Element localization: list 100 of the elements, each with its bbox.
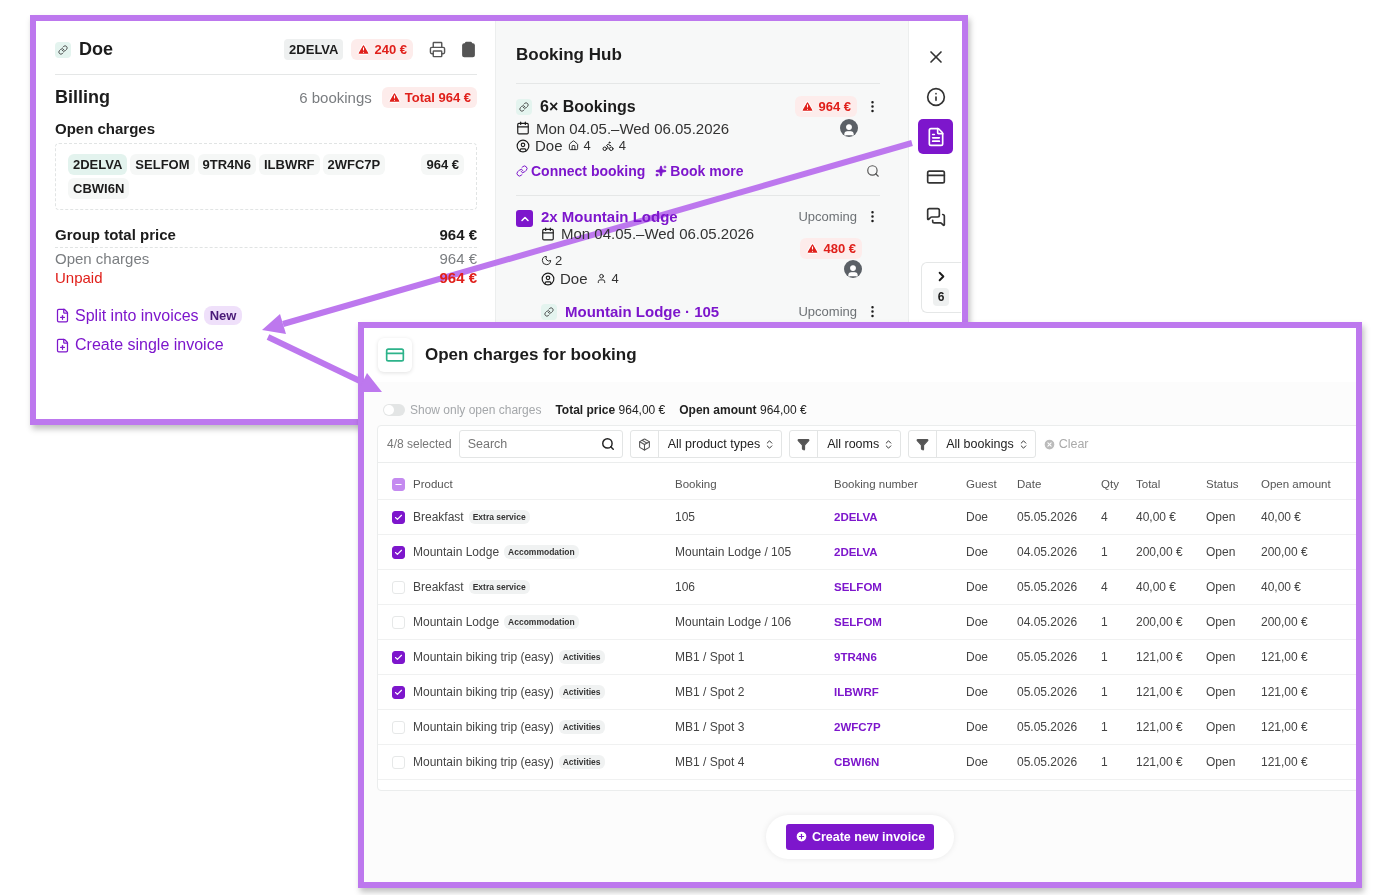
booking-title: Mountain Lodge · 105 [565, 303, 720, 320]
select-all-checkbox[interactable] [392, 477, 405, 491]
column-header: Date [1017, 478, 1043, 490]
booking-link[interactable]: ILBWRF [834, 686, 879, 698]
print-icon[interactable] [429, 41, 446, 58]
amount-text: 240 € [374, 42, 407, 57]
warning-icon [801, 100, 815, 113]
search-icon[interactable] [866, 164, 880, 178]
table-cell-text: 200,00 € [1136, 545, 1184, 559]
booking-link[interactable]: 9TR4N6 [834, 651, 877, 663]
summary-label: Open charges [55, 250, 150, 267]
person-count: 4 [611, 271, 619, 286]
booking-link[interactable]: SELFOM [834, 581, 882, 593]
booking-link[interactable]: 2WFC7P [834, 721, 881, 733]
row-checkbox[interactable] [392, 545, 405, 559]
product-name: Mountain biking trip (easy) [413, 755, 554, 769]
guest-name: Doe [535, 137, 563, 154]
toggle-switch[interactable] [383, 404, 405, 416]
filter-select[interactable]: All rooms [789, 430, 902, 458]
bike-count: 4 [618, 138, 626, 153]
table-cell-text: Doe [966, 580, 989, 594]
expand-button[interactable] [516, 210, 533, 227]
hub-link[interactable]: Connect booking [516, 163, 646, 179]
action-link[interactable]: Split into invoices [55, 306, 199, 325]
filter-select[interactable]: All bookings [908, 430, 1036, 458]
table-cell-text: MB1 / Spot 3 [675, 720, 746, 734]
booking-code[interactable]: CBWI6N [68, 178, 130, 199]
booking-code[interactable]: 9TR4N6 [197, 154, 256, 175]
amount-text: 480 € [823, 241, 856, 256]
status-text: Upcoming [798, 209, 857, 224]
house-icon [567, 140, 579, 151]
link-icon [55, 41, 71, 58]
hub-link[interactable]: Book more [655, 163, 744, 179]
create-invoice-button[interactable]: Create new invoice [785, 823, 935, 850]
product-name: Breakfast [413, 510, 464, 524]
table-cell-text: 200,00 € [1261, 615, 1309, 629]
bike-icon [601, 139, 614, 152]
booking-link[interactable]: 2DELVA [834, 546, 878, 558]
category-tag: Activities [558, 755, 605, 769]
guest-name: Doe [79, 39, 113, 60]
table-cell-text: Mountain Lodge / 105 [675, 545, 793, 559]
category-tag: Accommodation [504, 545, 579, 559]
clipboard-icon[interactable] [460, 41, 477, 58]
booking-code[interactable]: 2WFC7P [322, 154, 386, 175]
guest-name: Doe [560, 270, 588, 287]
product-name: Mountain Lodge [413, 615, 500, 629]
category-tag: Extra service [468, 510, 530, 524]
chat-icon [925, 206, 946, 227]
summary-text: Open amount 964,00 € [679, 403, 807, 417]
person-icon [595, 273, 607, 284]
category-tag: Activities [558, 720, 605, 734]
table-cell-text: 106 [675, 580, 697, 594]
table-cell-text: 40,00 € [1261, 580, 1303, 594]
category-tag: Activities [558, 650, 605, 664]
table-cell-text: 121,00 € [1136, 755, 1184, 769]
table-cell-text: 121,00 € [1261, 720, 1309, 734]
booking-code: 2DELVA [284, 39, 344, 60]
booking-code[interactable]: SELFOM [130, 154, 195, 175]
table-cell-text: 121,00 € [1136, 650, 1184, 664]
table-cell-text: 121,00 € [1261, 755, 1309, 769]
column-header: Guest [966, 478, 998, 490]
table-cell-text: 4 [1101, 510, 1109, 524]
booking-link[interactable]: SELFOM [834, 616, 882, 628]
booking-link[interactable]: CBWI6N [834, 756, 880, 768]
room-count: 4 [583, 138, 591, 153]
table-cell-text: Doe [966, 755, 989, 769]
table-cell-text: 121,00 € [1261, 650, 1309, 664]
table-cell-text: Open [1206, 650, 1237, 664]
booking-code[interactable]: ILBWRF [258, 154, 320, 175]
date-range: Mon 04.05.–Wed 06.05.2026 [561, 225, 755, 242]
clear-icon [1042, 437, 1056, 451]
table-cell-text: 04.05.2026 [1017, 615, 1079, 629]
booking-link[interactable]: 2DELVA [834, 511, 878, 523]
status-text: Upcoming [798, 304, 857, 319]
summary-value: 964 € [439, 269, 477, 286]
warning-icon [387, 91, 401, 104]
table-cell-text: 1 [1101, 755, 1109, 769]
row-checkbox[interactable] [392, 685, 405, 699]
plus-icon [794, 830, 808, 843]
action-link[interactable]: Create single invoice [55, 336, 224, 354]
table-cell-text: Doe [966, 615, 989, 629]
search-field[interactable]: Search [458, 430, 623, 458]
category-tag: Activities [558, 685, 605, 699]
rail-button[interactable] [918, 119, 953, 154]
filter-select[interactable]: All product types [629, 430, 783, 458]
table-cell-text: 40,00 € [1261, 510, 1303, 524]
table-cell-text: 105 [675, 510, 697, 524]
calendar-icon [541, 226, 555, 241]
table-cell-text: 05.05.2026 [1017, 720, 1079, 734]
column-header: Booking number [834, 478, 919, 490]
table-cell-text: Open [1206, 615, 1237, 629]
row-checkbox[interactable] [392, 650, 405, 664]
summary-value: 964 € [439, 226, 477, 243]
toggle-label: Show only open charges [410, 403, 542, 417]
category-tag: Accommodation [504, 615, 579, 629]
booking-code[interactable]: 2DELVA [68, 154, 128, 175]
table-cell-text: Mountain Lodge / 106 [675, 615, 793, 629]
column-header: Qty [1101, 478, 1120, 490]
row-checkbox[interactable] [392, 510, 405, 524]
column-header: Booking [675, 478, 718, 490]
